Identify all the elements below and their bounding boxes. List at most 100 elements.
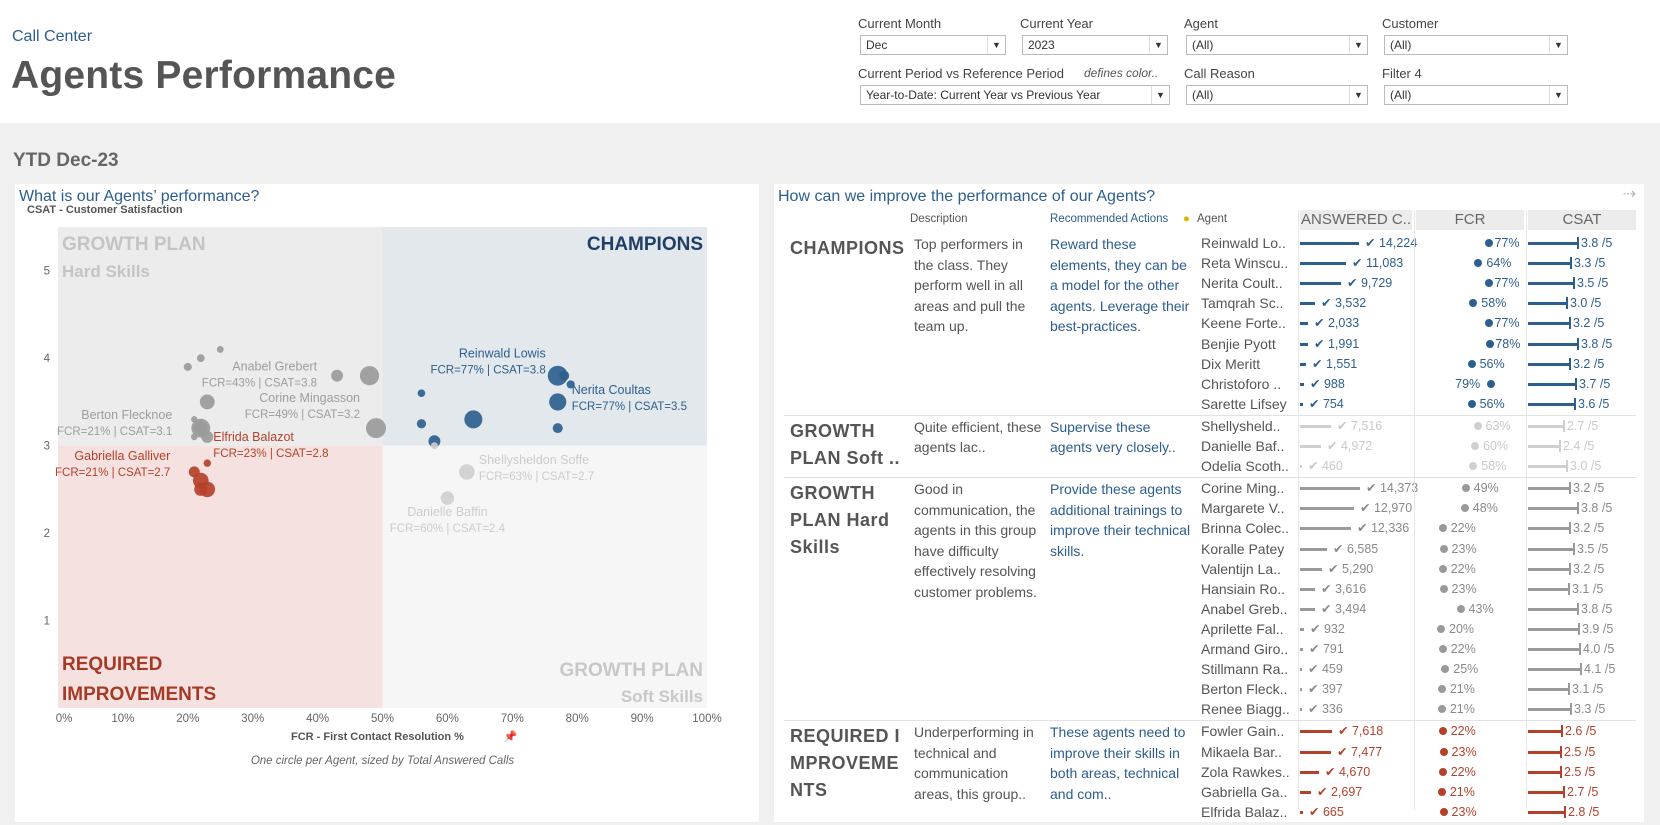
csat-marker (1569, 482, 1571, 495)
fcr-value: 58% (1481, 296, 1507, 311)
agent-name[interactable]: Anabel Greb.. (1201, 599, 1294, 619)
fcr-value: 22% (1450, 724, 1476, 739)
agent-point (194, 482, 208, 496)
point-sublabel: FCR=63% | CSAT=2.7 (479, 471, 594, 483)
fcr-dot (1439, 584, 1448, 593)
x-tick-label: 60% (436, 713, 459, 725)
group-name: REQUIRED I MPROVEME NTS (790, 726, 901, 801)
select-value: 2023 (1028, 38, 1055, 52)
chevron-down-icon[interactable]: ▼ (1349, 36, 1367, 54)
agent-name[interactable]: Armand Giro.. (1201, 639, 1294, 659)
agent-name[interactable]: Hansiain Ro.. (1201, 579, 1294, 599)
chevron-down-icon[interactable]: ▼ (1549, 86, 1567, 104)
point-label: Shellysheldon Soffe (479, 453, 589, 467)
agent-name[interactable]: Keene Forte.. (1201, 313, 1294, 333)
agent-name[interactable]: Dix Meritt (1201, 354, 1294, 374)
chevron-down-icon[interactable]: ▼ (987, 36, 1005, 54)
chevron-down-icon[interactable]: ▼ (1549, 36, 1567, 54)
agent-name[interactable]: Brinna Colec.. (1201, 518, 1294, 538)
period-select[interactable]: Year-to-Date: Current Year vs Previous Y… (860, 85, 1170, 105)
csat-value: 2.5 /5 (1564, 764, 1596, 779)
chevron-down-icon[interactable]: ▼ (1349, 86, 1367, 104)
csat-bar (1528, 770, 1560, 774)
csat-bar (1528, 668, 1580, 672)
agent-name[interactable]: Fowler Gain.. (1201, 721, 1294, 741)
answered-value: ✔ 460 (1308, 459, 1343, 474)
agent-point (190, 433, 198, 441)
csat-marker (1559, 440, 1561, 452)
fcr-dot (1439, 747, 1448, 756)
select-value: (All) (1390, 38, 1412, 52)
filter-customer: Customer (All) ▼ (1382, 16, 1568, 55)
agent-point (199, 394, 215, 410)
lightbulb-icon: ● (1183, 213, 1190, 225)
agent-select[interactable]: (All) ▼ (1186, 35, 1368, 55)
chevron-down-icon[interactable]: ▼ (1149, 36, 1167, 54)
filter-label: Filter 4 (1382, 66, 1422, 81)
agent-name[interactable]: Gabriella Ga.. (1201, 782, 1294, 802)
customer-select[interactable]: (All) ▼ (1384, 35, 1568, 55)
csat-bar (1528, 648, 1579, 651)
answered-bar (1300, 708, 1302, 712)
agent-name[interactable]: Nerita Coult.. (1201, 273, 1294, 293)
answered-value: ✔ 397 (1308, 682, 1343, 697)
agent-name[interactable]: Stillmann Ra.. (1201, 659, 1294, 679)
header-agent: Agent (1197, 213, 1228, 225)
group-description: Underperforming in technical and communi… (914, 724, 1034, 802)
answered-value: ✔ 3,494 (1321, 601, 1367, 616)
filter-label: Customer (1382, 16, 1439, 31)
agent-name[interactable]: Corine Ming.. (1201, 478, 1294, 498)
answered-bar (1300, 770, 1319, 774)
agent-name[interactable]: Reta Winscu.. (1201, 253, 1294, 273)
agent-name[interactable]: Tamqrah Sc.. (1201, 293, 1294, 313)
fcr-value: 63% (1485, 418, 1511, 433)
fcr-value: 43% (1468, 601, 1494, 616)
fcr-value: 23% (1451, 541, 1477, 556)
csat-bar (1528, 402, 1574, 406)
point-label: Berton Flecknoe (81, 408, 172, 422)
agent-name[interactable]: Danielle Baf.. (1201, 436, 1294, 456)
agent-name[interactable]: Margarete V.. (1201, 498, 1294, 518)
agent-name[interactable]: Benjie Pyott (1201, 334, 1294, 354)
quadrant-label: GROWTH PLAN (559, 660, 703, 681)
agent-name[interactable]: Aprilette Fal.. (1201, 619, 1294, 639)
quadrant-label: GROWTH PLAN (62, 234, 206, 255)
agent-name[interactable]: Sarette Lifsey (1201, 394, 1294, 414)
agent-name[interactable]: Mikaela Bar.. (1201, 742, 1294, 762)
csat-marker (1561, 725, 1563, 738)
answered-value: ✔ 4,972 (1327, 439, 1373, 453)
csat-bar (1528, 688, 1568, 692)
answered-value: ✔ 932 (1310, 621, 1345, 636)
agent-name[interactable]: Odelia Scoth.. (1201, 456, 1294, 476)
agent-name[interactable]: Valentijn La.. (1201, 559, 1294, 579)
arrow-right-icon[interactable]: ⇢ (1623, 184, 1636, 204)
agent-name[interactable]: Koralle Patey (1201, 539, 1294, 559)
fcr-dot (1438, 767, 1447, 776)
filter4-select[interactable]: (All) ▼ (1384, 85, 1568, 105)
agent-name[interactable]: Berton Fleck.. (1201, 679, 1294, 699)
csat-value: 3.2 /5 (1573, 316, 1605, 331)
column-separator (1414, 210, 1415, 810)
current-year-select[interactable]: 2023 ▼ (1022, 35, 1168, 55)
fcr-value: 23% (1451, 581, 1477, 596)
agent-name[interactable]: Reinwald Lo.. (1201, 233, 1294, 253)
agent-name[interactable]: Elfrida Balaz.. (1201, 802, 1294, 822)
answered-value: ✔ 2,033 (1314, 316, 1360, 331)
agent-name[interactable]: Shellysheld.. (1201, 416, 1294, 436)
csat-marker (1566, 460, 1568, 473)
answered-value: ✔ 7,618 (1338, 724, 1384, 739)
csat-marker (1579, 643, 1581, 655)
agent-name[interactable]: Christoforo .. (1201, 374, 1294, 394)
fcr-value: 56% (1479, 396, 1505, 411)
point-label: Danielle Baffin (407, 505, 487, 519)
agent-name[interactable]: Zola Rawkes.. (1201, 762, 1294, 782)
current-month-select[interactable]: Dec ▼ (860, 35, 1006, 55)
csat-value: 3.8 /5 (1581, 236, 1613, 250)
fcr-dot (1469, 462, 1478, 471)
csat-value: 3.1 /5 (1572, 682, 1604, 697)
call-reason-select[interactable]: (All) ▼ (1186, 85, 1368, 105)
csat-bar (1528, 587, 1568, 591)
chevron-down-icon[interactable]: ▼ (1151, 86, 1169, 104)
agent-name[interactable]: Renee Biagg.. (1201, 699, 1294, 719)
point-label: Elfrida Balazot (213, 430, 294, 444)
